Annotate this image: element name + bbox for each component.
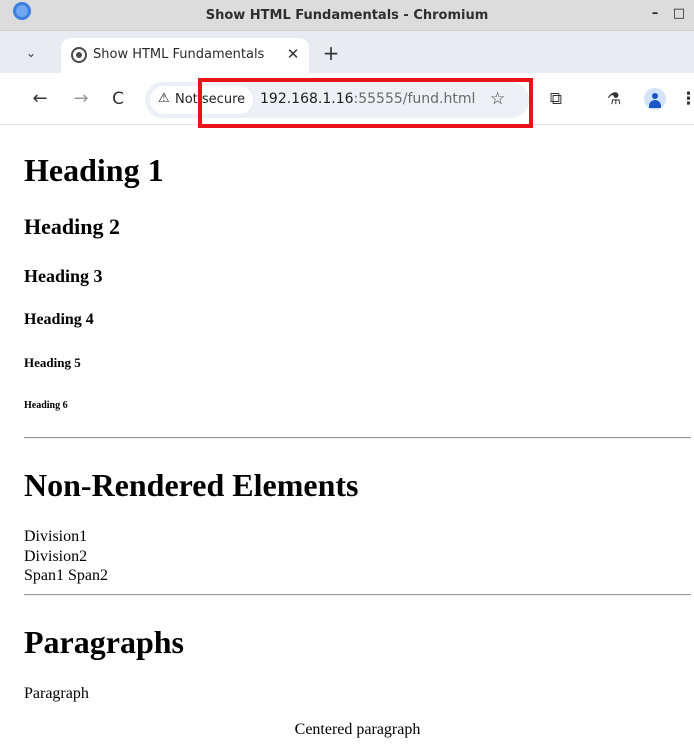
url-host: 192.168.1.16: [260, 91, 354, 107]
address-bar[interactable]: ⚠ Not secure 192.168.1.16:55555/fund.htm…: [145, 82, 529, 118]
warning-triangle-icon: ⚠: [158, 91, 170, 106]
tab-strip: ⌄ Show HTML Fundamentals ✕ +: [0, 31, 694, 73]
window-title: Show HTML Fundamentals - Chromium: [205, 8, 489, 23]
security-indicator[interactable]: ⚠ Not secure: [150, 86, 253, 114]
forward-button[interactable]: →: [70, 88, 92, 110]
centered-paragraph-text: Centered paragraph: [294, 721, 421, 738]
not-secure-label: Not secure: [175, 92, 246, 107]
heading-4: Heading 4: [24, 311, 94, 328]
menu-kebab-icon[interactable]: ⋮: [680, 88, 694, 110]
division2-text: Division2: [24, 548, 88, 565]
extensions-puzzle-icon[interactable]: ⧉: [545, 88, 567, 110]
heading-2: Heading 2: [24, 214, 120, 239]
tab-title: Show HTML Fundamentals: [93, 47, 265, 62]
spans-text: Span1 Span2: [24, 567, 108, 584]
window-titlebar: Show HTML Fundamentals - Chromium – □: [0, 0, 694, 31]
heading-1: Heading 1: [24, 152, 164, 188]
tab-close-icon[interactable]: ✕: [283, 44, 303, 64]
back-button[interactable]: ←: [29, 88, 51, 110]
heading-6: Heading 6: [24, 400, 68, 411]
bookmark-star-icon[interactable]: ☆: [490, 89, 505, 109]
division1-text: Division1: [24, 528, 88, 545]
tab-search-chevron-icon[interactable]: ⌄: [21, 43, 41, 63]
heading-5: Heading 5: [24, 355, 81, 370]
reload-button[interactable]: C: [107, 88, 129, 110]
heading-paragraphs: Paragraphs: [24, 624, 184, 660]
url-text[interactable]: 192.168.1.16:55555/fund.html: [260, 91, 475, 107]
paragraph-text: Paragraph: [24, 685, 89, 702]
url-port-path: :55555/fund.html: [353, 91, 476, 107]
heading-3: Heading 3: [24, 266, 103, 286]
new-tab-button[interactable]: +: [320, 42, 342, 64]
horizontal-rule: [24, 594, 691, 596]
maximize-button[interactable]: □: [669, 4, 689, 24]
profile-avatar[interactable]: [644, 88, 666, 110]
labs-flask-icon[interactable]: ⚗: [603, 88, 625, 110]
horizontal-rule: [24, 437, 691, 439]
browser-toolbar: ← → C ⚠ Not secure 192.168.1.16:55555/fu…: [0, 73, 694, 125]
tab-show-html-fundamentals[interactable]: Show HTML Fundamentals ✕: [61, 38, 309, 73]
globe-favicon-icon: [71, 47, 87, 63]
heading-non-rendered-elements: Non-Rendered Elements: [24, 467, 359, 503]
minimize-button[interactable]: –: [645, 4, 665, 24]
